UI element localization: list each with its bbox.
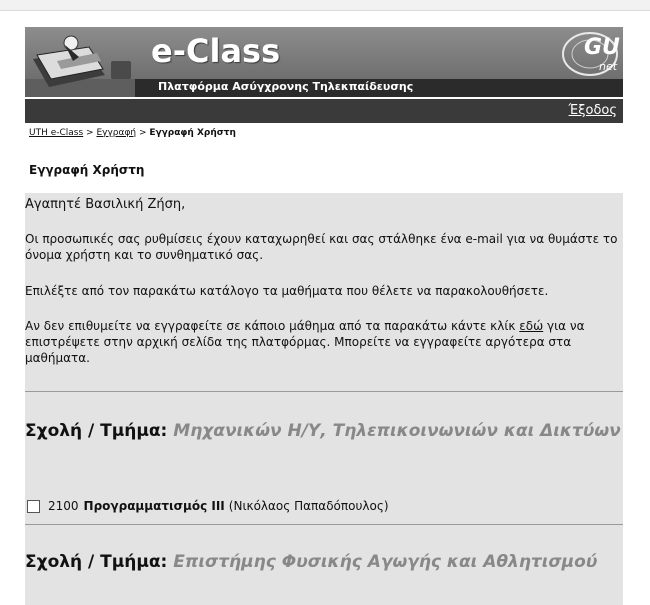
breadcrumb-separator: > xyxy=(136,128,150,138)
department-heading: Σχολή / Τμήμα: Επιστήμης Φυσικής Αγωγής … xyxy=(25,551,621,573)
eclass-logo-icon xyxy=(33,35,131,87)
breadcrumb-registration-link[interactable]: Εγγραφή xyxy=(96,128,136,138)
return-home-link[interactable]: εδώ xyxy=(519,319,543,333)
partner-logo-subtext: net xyxy=(599,60,618,73)
greeting-text: Αγαπητέ Βασιλική Ζήση, xyxy=(25,197,186,212)
department-name: Μηχανικών Η/Υ, Τηλεπικοινωνιών και Δικτύ… xyxy=(173,421,621,441)
partner-logo-text: GU xyxy=(584,35,620,60)
department-label: Σχολή / Τμήμα: xyxy=(25,421,174,441)
course-checkbox[interactable] xyxy=(27,499,40,513)
section-divider xyxy=(25,524,623,525)
department-name: Επιστήμης Φυσικής Αγωγής και Αθλητισμού xyxy=(173,552,598,572)
skip-text-before: Αν δεν επιθυμείτε να εγγραφείτε σε κάποι… xyxy=(25,319,520,333)
logout-link[interactable]: Έξοδος xyxy=(569,103,617,118)
skip-paragraph: Αν δεν επιθυμείτε να εγγραφείτε σε κάποι… xyxy=(25,318,621,366)
instruction-paragraph: Επιλέξτε από τον παρακάτω κατάλογο τα μα… xyxy=(25,284,549,298)
page-title: Εγγραφή Χρήστη xyxy=(29,163,145,177)
course-row: 2100 Προγραμματισμός ΙΙΙ (Νικόλαος Παπαδ… xyxy=(27,499,389,513)
confirmation-paragraph: Οι προσωπικές σας ρυθμίσεις έχουν καταχω… xyxy=(25,232,618,262)
header-tagline: Πλατφόρμα Ασύγχρονης Τηλεκπαίδευσης xyxy=(158,80,414,93)
site-header: e-Class GU net Πλατφόρμα Ασύγχρονης Τηλε… xyxy=(25,27,623,97)
registration-panel: Αγαπητέ Βασιλική Ζήση, Οι προσωπικές σας… xyxy=(25,193,623,605)
course-instructor: (Νικόλαος Παπαδόπουλος) xyxy=(228,499,389,513)
course-code: 2100 xyxy=(48,499,79,513)
top-nav-bar: Έξοδος xyxy=(25,99,623,123)
breadcrumb-current: Εγγραφή Χρήστη xyxy=(149,128,236,138)
department-label: Σχολή / Τμήμα: xyxy=(25,552,174,572)
section-divider xyxy=(25,391,623,392)
breadcrumb-separator: > xyxy=(83,128,97,138)
department-heading: Σχολή / Τμήμα: Μηχανικών Η/Υ, Τηλεπικοιν… xyxy=(25,420,621,442)
breadcrumb-home-link[interactable]: UTH e-Class xyxy=(29,128,83,138)
browser-top-edge xyxy=(0,0,650,11)
breadcrumb: UTH e-Class > Εγγραφή > Εγγραφή Χρήστη xyxy=(29,128,236,138)
brand-title: e-Class xyxy=(151,32,281,70)
course-title: Προγραμματισμός ΙΙΙ xyxy=(83,499,225,513)
